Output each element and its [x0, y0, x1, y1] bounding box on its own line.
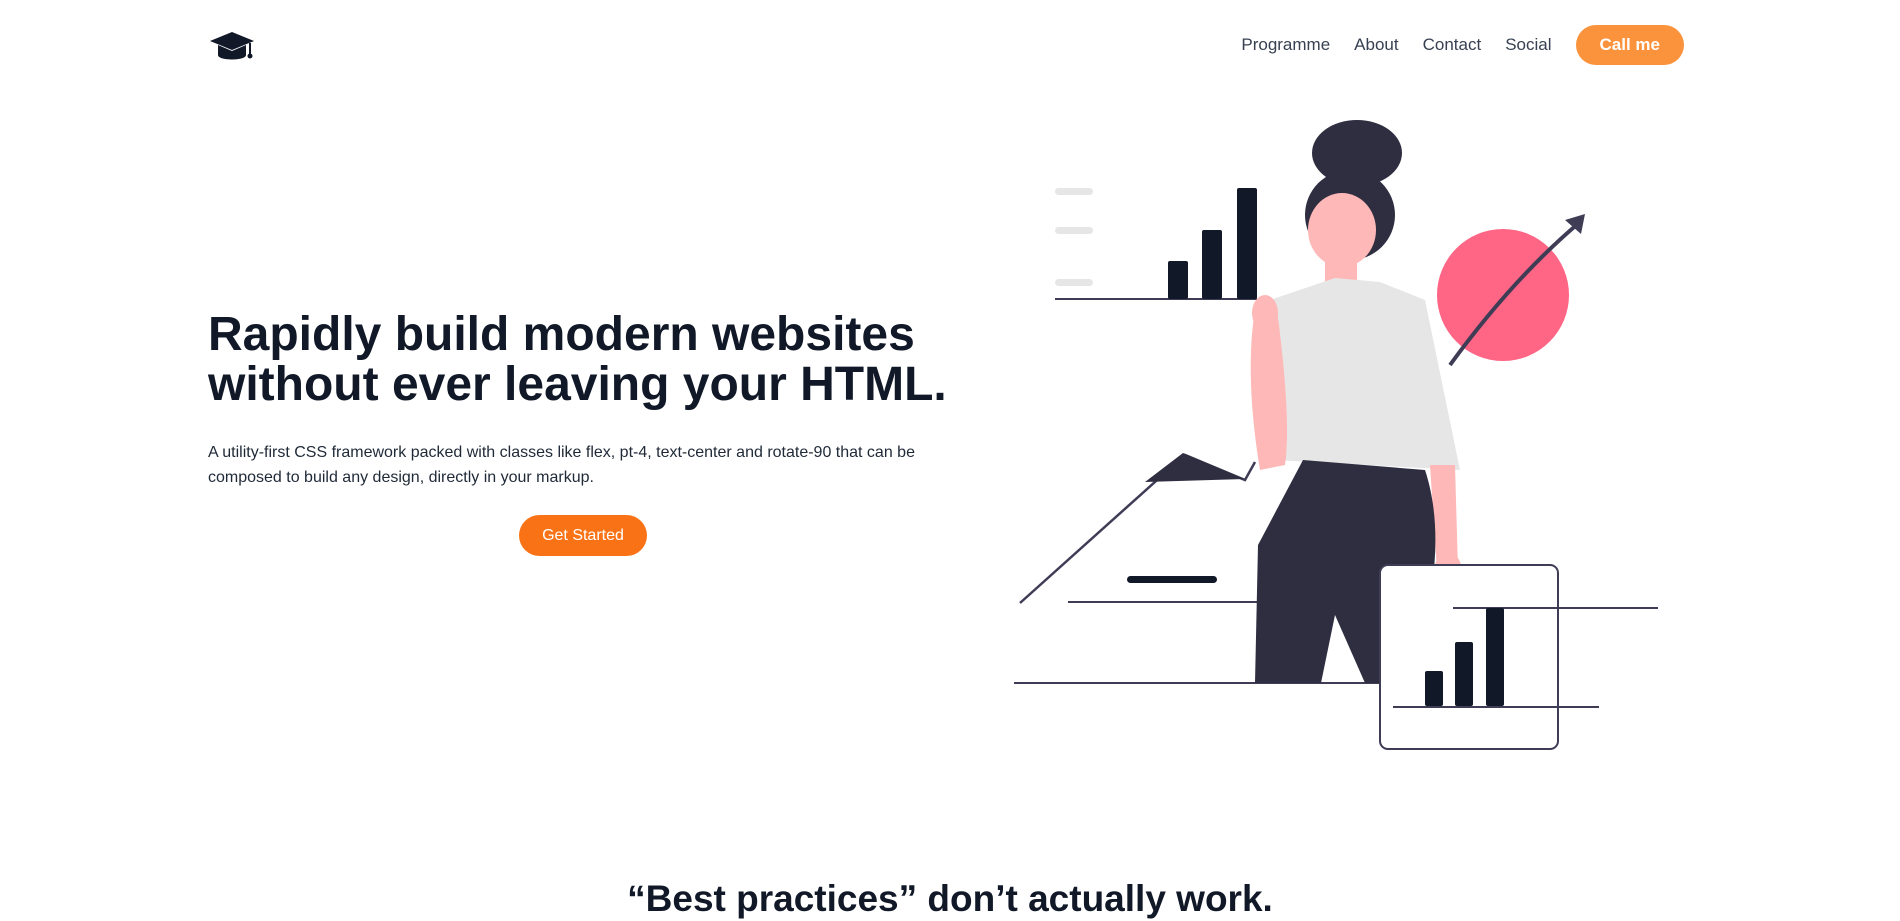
section-heading: “Best practices” don’t actually work.	[627, 878, 1273, 919]
nav-link-contact[interactable]: Contact	[1423, 35, 1482, 55]
graduation-cap-icon[interactable]	[208, 28, 256, 68]
nav-link-social[interactable]: Social	[1505, 35, 1551, 55]
hero-description: A utility-first CSS framework packed wit…	[208, 444, 915, 486]
hero-title: Rapidly build modern websites without ev…	[208, 308, 947, 411]
woman-with-charts-illustration	[1014, 120, 1658, 750]
nav-link-about[interactable]: About	[1354, 35, 1398, 55]
top-navigation: Programme About Contact Social Call me	[0, 0, 1900, 92]
call-me-button[interactable]: Call me	[1575, 25, 1684, 65]
get-started-button[interactable]: Get Started	[519, 515, 647, 556]
nav-link-programme[interactable]: Programme	[1241, 35, 1330, 55]
nav-links: Programme About Contact Social Call me	[1217, 25, 1684, 65]
